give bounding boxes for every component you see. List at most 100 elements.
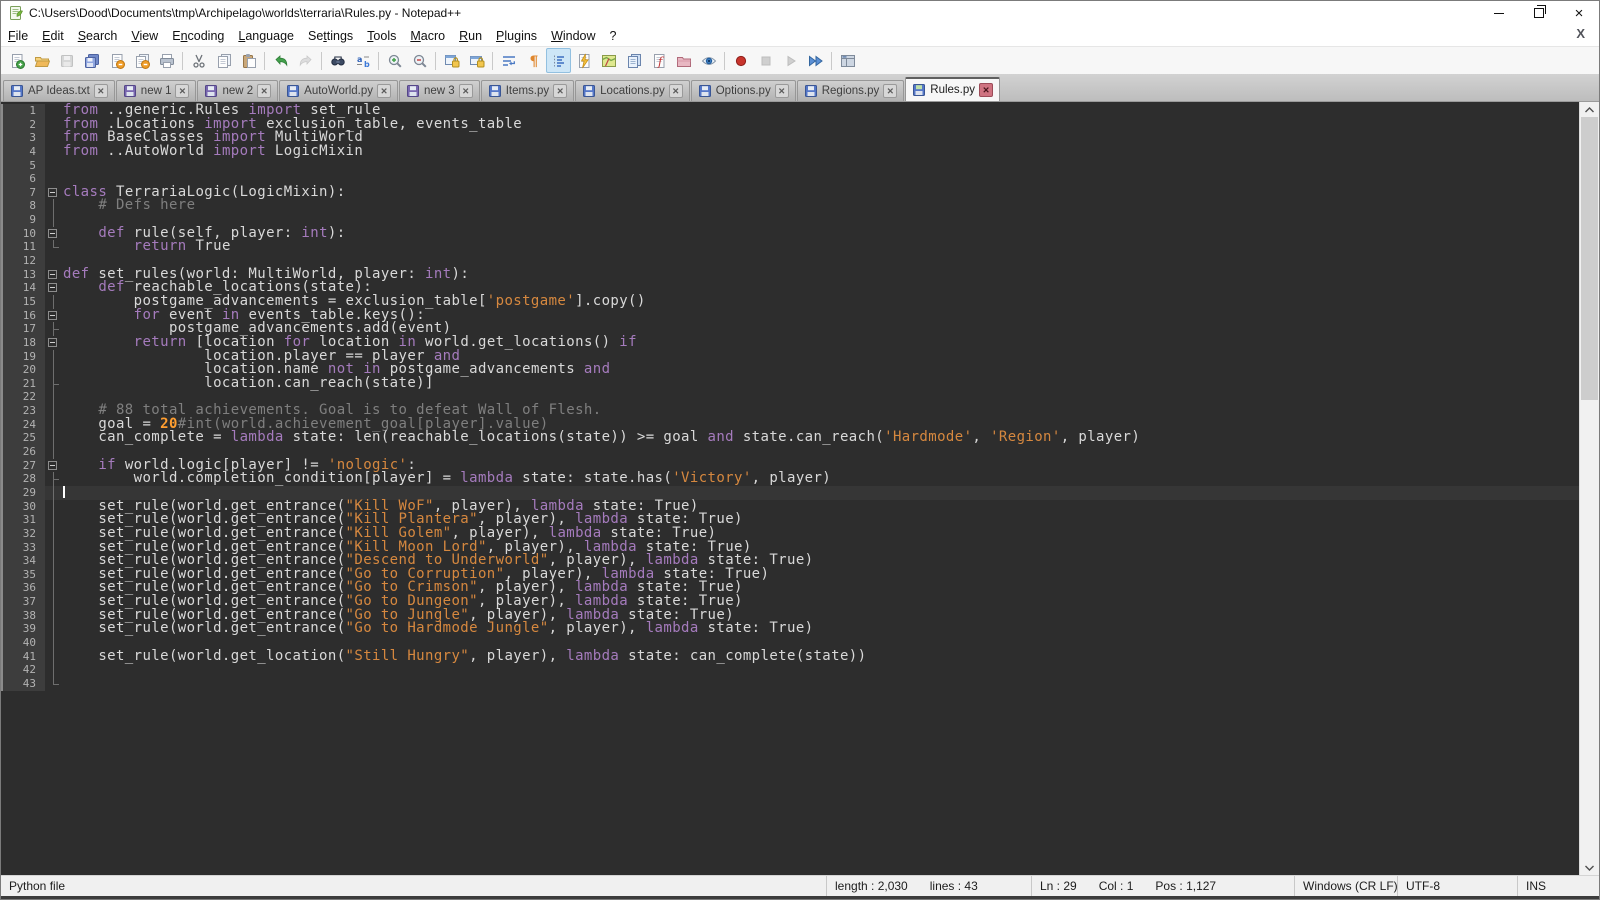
scroll-up-arrow[interactable]	[1580, 102, 1599, 117]
save-all-icon	[84, 53, 100, 69]
tab-autoworld-py[interactable]: AutoWorld.py✕	[279, 80, 398, 101]
menu-item-edit[interactable]: Edit	[35, 27, 71, 45]
macro-play-button[interactable]	[778, 48, 803, 73]
code-text[interactable]	[63, 159, 1580, 173]
show-indent-guide-button[interactable]	[546, 48, 571, 73]
tab-close-icon[interactable]: ✕	[459, 84, 473, 98]
save-button[interactable]	[54, 48, 79, 73]
menu-item-window[interactable]: Window	[544, 27, 602, 45]
sync-horizontal-button[interactable]	[464, 48, 489, 73]
tab-close-icon[interactable]: ✕	[257, 84, 271, 98]
cut-button[interactable]	[186, 48, 211, 73]
tab-close-icon[interactable]: ✕	[883, 84, 897, 98]
undo-button[interactable]	[268, 48, 293, 73]
redo-button[interactable]	[293, 48, 318, 73]
menu-item-tools[interactable]: Tools	[360, 27, 403, 45]
word-wrap-button[interactable]	[496, 48, 521, 73]
scrollbar-thumb[interactable]	[1581, 117, 1598, 400]
code-text[interactable]: set_rule(world.get_entrance("Go to Hardm…	[63, 622, 1580, 636]
tab-new-3[interactable]: new 3✕	[399, 80, 480, 101]
code-text[interactable]: class TerrariaLogic(LogicMixin):	[63, 186, 1580, 200]
folder-as-workspace-button[interactable]	[671, 48, 696, 73]
menu-item-settings[interactable]: Settings	[301, 27, 360, 45]
tab-close-icon[interactable]: ✕	[553, 84, 567, 98]
tab-close-icon[interactable]: ✕	[669, 84, 683, 98]
tab-options-py[interactable]: Options.py✕	[691, 80, 796, 101]
code-text[interactable]: can_complete = lambda state: len(reachab…	[63, 431, 1580, 445]
tab-close-icon[interactable]: ✕	[175, 84, 189, 98]
document-list-button[interactable]	[621, 48, 646, 73]
menu-item-language[interactable]: Language	[231, 27, 301, 45]
code-text[interactable]: return True	[63, 240, 1580, 254]
menu-item-view[interactable]: View	[124, 27, 165, 45]
tab-close-icon[interactable]: ✕	[979, 83, 993, 97]
code-text[interactable]	[63, 677, 1580, 691]
sync-vertical-button[interactable]	[439, 48, 464, 73]
fold-collapse-icon[interactable]	[45, 227, 63, 241]
menu-item-encoding[interactable]: Encoding	[165, 27, 231, 45]
tab-items-py[interactable]: Items.py✕	[481, 80, 574, 101]
line-number: 32	[1, 527, 45, 541]
close-button[interactable]	[104, 48, 129, 73]
code-text[interactable]: # Defs here	[63, 199, 1580, 213]
show-all-characters-button[interactable]: ¶	[521, 48, 546, 73]
fold-collapse-icon[interactable]	[45, 281, 63, 295]
save-all-button[interactable]	[79, 48, 104, 73]
fold-collapse-icon[interactable]	[45, 336, 63, 350]
macro-run-multiple-button[interactable]	[803, 48, 828, 73]
function-signature-button[interactable]: f	[646, 48, 671, 73]
tab-rules-py[interactable]: Rules.py✕	[905, 77, 1000, 101]
code-text[interactable]: set_rule(world.get_location("Still Hungr…	[63, 650, 1580, 664]
tab-locations-py[interactable]: Locations.py✕	[575, 80, 690, 101]
macro-save-button[interactable]	[835, 48, 860, 73]
menu-item-[interactable]: ?	[603, 27, 624, 45]
tab-ap-ideas-txt[interactable]: AP Ideas.txt✕	[3, 80, 115, 101]
tab-regions-py[interactable]: Regions.py✕	[797, 80, 905, 101]
vertical-scrollbar[interactable]	[1579, 102, 1599, 875]
replace-button[interactable]: ab	[350, 48, 375, 73]
macro-stop-button[interactable]	[753, 48, 778, 73]
tab-close-icon[interactable]: ✕	[775, 84, 789, 98]
menu-item-search[interactable]: Search	[71, 27, 125, 45]
code-text[interactable]: world.completion_condition[player] = lam…	[63, 472, 1580, 486]
print-button[interactable]	[154, 48, 179, 73]
fold-collapse-icon[interactable]	[45, 186, 63, 200]
close-all-button[interactable]	[129, 48, 154, 73]
code-text[interactable]: location.can_reach(state)]	[63, 377, 1580, 391]
menu-item-file[interactable]: File	[1, 27, 35, 45]
code-line: 41 set_rule(world.get_location("Still Hu…	[1, 650, 1580, 664]
minimize-button[interactable]	[1479, 1, 1519, 25]
paste-button[interactable]	[236, 48, 261, 73]
close-document-x-button[interactable]: X	[1572, 26, 1589, 41]
code-text[interactable]: def rule(self, player: int):	[63, 227, 1580, 241]
function-list-button[interactable]	[571, 48, 596, 73]
monitoring-button[interactable]	[696, 48, 721, 73]
menu-item-macro[interactable]: Macro	[403, 27, 452, 45]
tab-close-icon[interactable]: ✕	[94, 84, 108, 98]
restore-button[interactable]	[1519, 1, 1559, 25]
tab-new-1[interactable]: new 1✕	[116, 80, 197, 101]
zoom-out-button[interactable]	[407, 48, 432, 73]
find-button[interactable]	[325, 48, 350, 73]
line-number: 5	[1, 159, 45, 173]
document-map-button[interactable]	[596, 48, 621, 73]
tab-close-icon[interactable]: ✕	[377, 84, 391, 98]
tab-new-2[interactable]: new 2✕	[197, 80, 278, 101]
new-file-button[interactable]	[4, 48, 29, 73]
scroll-down-arrow[interactable]	[1580, 860, 1599, 875]
code-text[interactable]: from ..AutoWorld import LogicMixin	[63, 145, 1580, 159]
fold-collapse-icon[interactable]	[45, 309, 63, 323]
fold-collapse-icon[interactable]	[45, 459, 63, 473]
open-folder-button[interactable]	[29, 48, 54, 73]
copy-button[interactable]	[211, 48, 236, 73]
fold-collapse-icon[interactable]	[45, 268, 63, 282]
code-editor[interactable]: 1from ..generic.Rules import set_rule2fr…	[1, 101, 1599, 875]
code-text[interactable]	[63, 663, 1580, 677]
menu-item-run[interactable]: Run	[452, 27, 489, 45]
macro-record-button[interactable]	[728, 48, 753, 73]
fold-margin	[45, 145, 63, 159]
zoom-in-button[interactable]	[382, 48, 407, 73]
show-all-characters-icon: ¶	[526, 53, 542, 69]
close-button[interactable]: ×	[1559, 1, 1599, 25]
menu-item-plugins[interactable]: Plugins	[489, 27, 544, 45]
